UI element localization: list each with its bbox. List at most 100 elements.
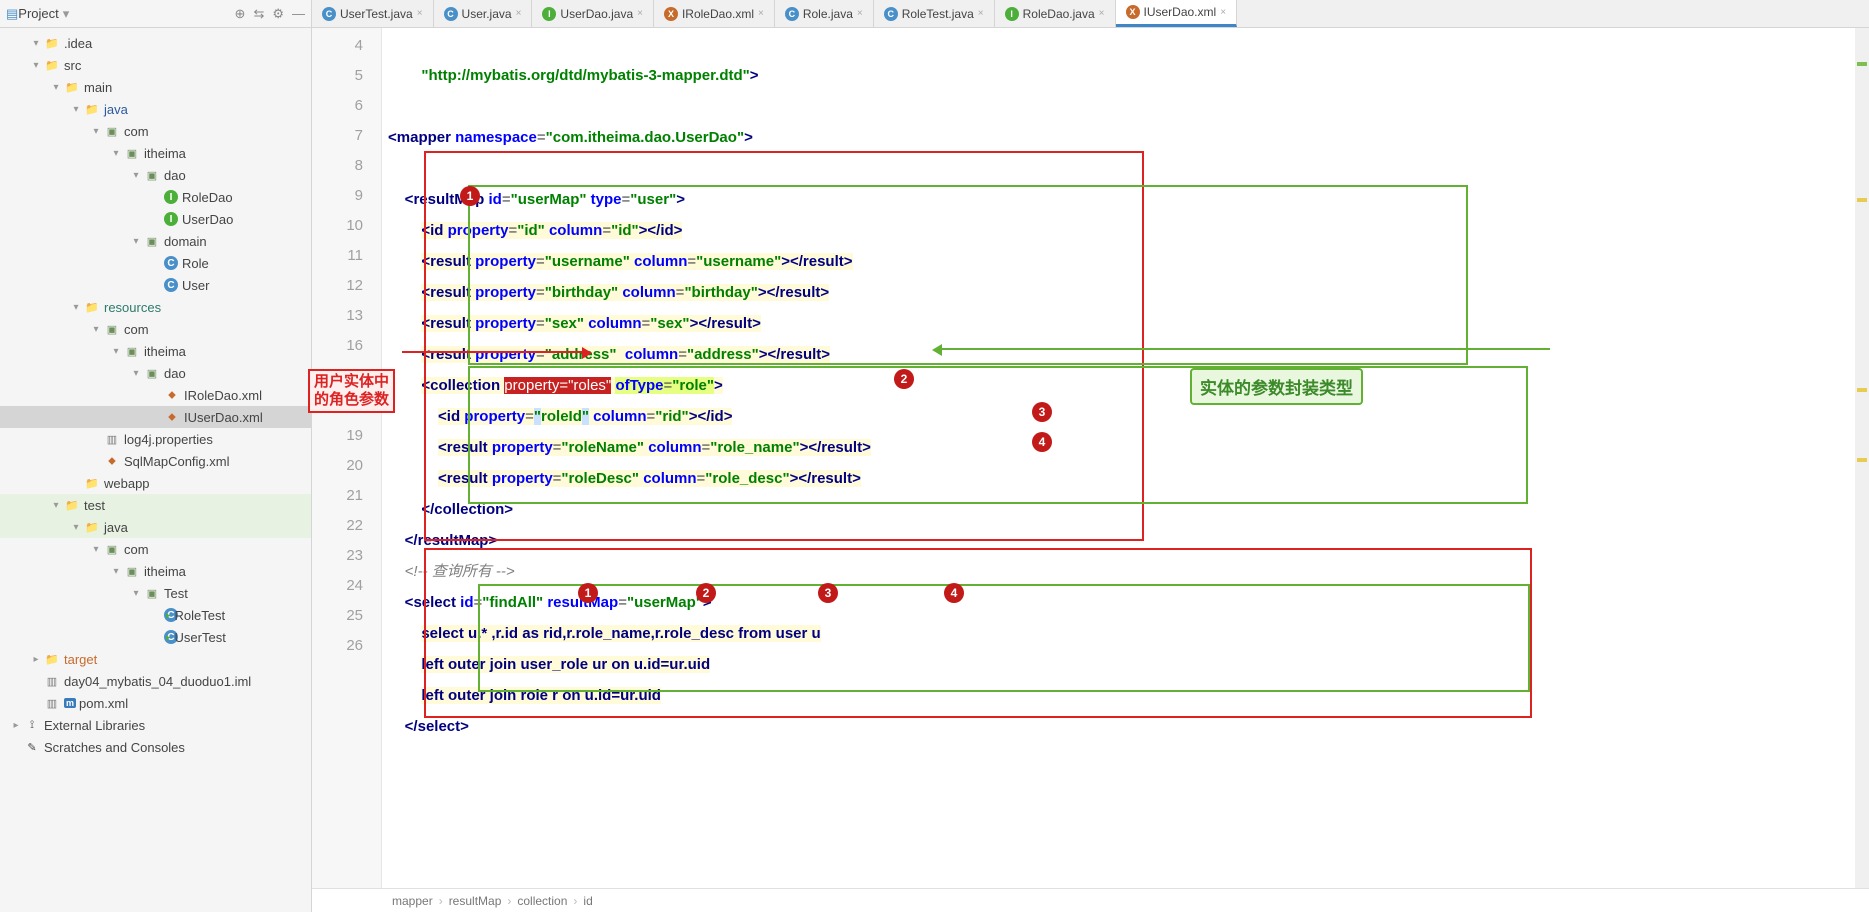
close-icon[interactable]: ×	[1099, 8, 1105, 19]
tree-twisty[interactable]: ▸	[10, 720, 22, 731]
tree-twisty[interactable]: ▾	[90, 126, 102, 137]
tab-iroledao-xml[interactable]: XIRoleDao.xml×	[654, 0, 775, 27]
tree-item-itheima[interactable]: ▾▣itheima	[0, 560, 311, 582]
line-number[interactable]: 16	[312, 331, 363, 361]
line-number[interactable]: 10	[312, 211, 363, 241]
tree-twisty[interactable]: ▸	[30, 654, 42, 665]
dropdown-icon[interactable]: ▾	[63, 6, 70, 22]
line-number[interactable]: 25	[312, 601, 363, 631]
tab-label: RoleDao.java	[1023, 7, 1095, 21]
line-number[interactable]: 24	[312, 571, 363, 601]
line-number[interactable]: 7	[312, 121, 363, 151]
close-icon[interactable]: ×	[857, 8, 863, 19]
tree-item-itheima[interactable]: ▾▣itheima	[0, 340, 311, 362]
close-icon[interactable]: ×	[978, 8, 984, 19]
tree-item-external-libraries[interactable]: ▸⟟External Libraries	[0, 714, 311, 736]
tree-item-target[interactable]: ▸📁target	[0, 648, 311, 670]
line-number[interactable]: 12	[312, 271, 363, 301]
tab-iuserdao-xml[interactable]: XIUserDao.xml×	[1116, 0, 1238, 27]
tree-twisty[interactable]: ▾	[110, 148, 122, 159]
tree-twisty[interactable]: ▾	[90, 324, 102, 335]
tab-roledao-java[interactable]: IRoleDao.java×	[995, 0, 1116, 27]
breadcrumb-item[interactable]: id	[583, 894, 592, 908]
breadcrumb-item[interactable]: resultMap	[449, 894, 502, 908]
tree-twisty[interactable]: ▾	[70, 522, 82, 533]
tree-item-role[interactable]: CRole	[0, 252, 311, 274]
line-number[interactable]: 5	[312, 61, 363, 91]
tree-item-main[interactable]: ▾📁main	[0, 76, 311, 98]
line-number[interactable]: 26	[312, 631, 363, 661]
tree-item-com[interactable]: ▾▣com	[0, 120, 311, 142]
tab-usertest-java[interactable]: CUserTest.java×	[312, 0, 434, 27]
tree-item-dao[interactable]: ▾▣dao	[0, 362, 311, 384]
tree-item--idea[interactable]: ▾📁.idea	[0, 32, 311, 54]
line-number[interactable]: 11	[312, 241, 363, 271]
tab-roletest-java[interactable]: CRoleTest.java×	[874, 0, 995, 27]
gear-icon[interactable]: ⚙	[272, 6, 284, 22]
line-number[interactable]: 6	[312, 91, 363, 121]
tree-item-roledao[interactable]: IRoleDao	[0, 186, 311, 208]
close-icon[interactable]: ×	[1220, 7, 1226, 18]
project-tree[interactable]: ▾📁.idea▾📁src▾📁main▾📁java▾▣com▾▣itheima▾▣…	[0, 28, 311, 912]
tree-twisty[interactable]: ▾	[70, 104, 82, 115]
line-number[interactable]: 8	[312, 151, 363, 181]
line-number[interactable]: 13	[312, 301, 363, 331]
tree-item-webapp[interactable]: 📁webapp	[0, 472, 311, 494]
tree-item-log4j-properties[interactable]: ▥log4j.properties	[0, 428, 311, 450]
tree-twisty[interactable]: ▾	[90, 544, 102, 555]
line-number[interactable]: 20	[312, 451, 363, 481]
line-number[interactable]: 22	[312, 511, 363, 541]
tree-item-com[interactable]: ▾▣com	[0, 318, 311, 340]
tree-twisty[interactable]: ▾	[130, 588, 142, 599]
breadcrumb-item[interactable]: collection	[517, 894, 567, 908]
tree-item-sqlmapconfig-xml[interactable]: ⬥SqlMapConfig.xml	[0, 450, 311, 472]
line-number[interactable]: 4	[312, 31, 363, 61]
tree-item-java[interactable]: ▾📁java	[0, 98, 311, 120]
expand-icon[interactable]: ⇆	[253, 6, 264, 22]
close-icon[interactable]: ×	[758, 8, 764, 19]
tree-twisty[interactable]: ▾	[130, 236, 142, 247]
tree-item-roletest[interactable]: C▸RoleTest	[0, 604, 311, 626]
line-number[interactable]: 23	[312, 541, 363, 571]
tree-item-com[interactable]: ▾▣com	[0, 538, 311, 560]
tree-item-test[interactable]: ▾▣Test	[0, 582, 311, 604]
tree-item-pom-xml[interactable]: ▥mpom.xml	[0, 692, 311, 714]
tree-twisty[interactable]: ▾	[70, 302, 82, 313]
tree-item-java[interactable]: ▾📁java	[0, 516, 311, 538]
tab-userdao-java[interactable]: IUserDao.java×	[532, 0, 654, 27]
tree-item-itheima[interactable]: ▾▣itheima	[0, 142, 311, 164]
tree-item-day04-mybatis-04-duoduo1-iml[interactable]: ▥day04_mybatis_04_duoduo1.iml	[0, 670, 311, 692]
tree-twisty[interactable]: ▾	[110, 346, 122, 357]
tree-item-iuserdao-xml[interactable]: ⬥IUserDao.xml	[0, 406, 311, 428]
breadcrumb-item[interactable]: mapper	[392, 894, 433, 908]
line-number[interactable]: 21	[312, 481, 363, 511]
breadcrumb[interactable]: mapper›resultMap›collection›id	[312, 888, 1869, 912]
tree-item-test[interactable]: ▾📁test	[0, 494, 311, 516]
tree-twisty[interactable]: ▾	[30, 60, 42, 71]
tab-user-java[interactable]: CUser.java×	[434, 0, 533, 27]
tree-item-usertest[interactable]: C▸UserTest	[0, 626, 311, 648]
tree-item-dao[interactable]: ▾▣dao	[0, 164, 311, 186]
close-icon[interactable]: ×	[417, 8, 423, 19]
tree-item-user[interactable]: CUser	[0, 274, 311, 296]
tree-twisty[interactable]: ▾	[30, 38, 42, 49]
tree-item-userdao[interactable]: IUserDao	[0, 208, 311, 230]
tree-item-domain[interactable]: ▾▣domain	[0, 230, 311, 252]
tree-twisty[interactable]: ▾	[110, 566, 122, 577]
tree-item-iroledao-xml[interactable]: ⬥IRoleDao.xml	[0, 384, 311, 406]
tree-item-src[interactable]: ▾📁src	[0, 54, 311, 76]
tree-item-resources[interactable]: ▾📁resources	[0, 296, 311, 318]
locate-icon[interactable]: ⊕	[235, 6, 246, 22]
tree-twisty[interactable]: ▾	[130, 170, 142, 181]
close-icon[interactable]: ×	[637, 8, 643, 19]
tab-role-java[interactable]: CRole.java×	[775, 0, 874, 27]
tree-twisty[interactable]: ▾	[50, 82, 62, 93]
close-icon[interactable]: ×	[516, 8, 522, 19]
tree-item-scratches-and-consoles[interactable]: ✎Scratches and Consoles	[0, 736, 311, 758]
hide-icon[interactable]: —	[292, 6, 305, 22]
code-editor[interactable]: "http://mybatis.org/dtd/mybatis-3-mapper…	[382, 28, 1855, 888]
tree-twisty[interactable]: ▾	[130, 368, 142, 379]
line-number[interactable]: 9	[312, 181, 363, 211]
tree-twisty[interactable]: ▾	[50, 500, 62, 511]
line-number[interactable]: 19	[312, 421, 363, 451]
